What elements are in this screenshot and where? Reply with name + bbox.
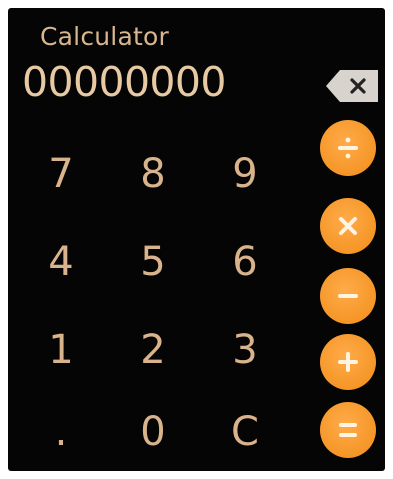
key-6[interactable]: 6 [208,230,282,294]
calculator-screen: Calculator 00000000 7 8 9 4 5 6 1 2 3 . … [8,8,385,471]
equals-button[interactable] [320,402,376,458]
app-title: Calculator [40,22,169,51]
key-8[interactable]: 8 [116,142,190,206]
key-7[interactable]: 7 [24,142,98,206]
multiply-icon [339,217,357,235]
key-0[interactable]: 0 [116,400,190,464]
key-9[interactable]: 9 [208,142,282,206]
multiply-button[interactable] [320,198,376,254]
backspace-icon [326,70,378,102]
key-clear[interactable]: C [208,400,282,464]
divide-button[interactable] [320,120,376,176]
backspace-button[interactable] [324,68,380,104]
equals-icon [339,423,357,437]
plus-icon [338,352,358,372]
key-5[interactable]: 5 [116,230,190,294]
key-2[interactable]: 2 [116,318,190,382]
display-value: 00000000 [22,58,226,106]
key-4[interactable]: 4 [24,230,98,294]
subtract-button[interactable] [320,268,376,324]
minus-icon [338,294,358,298]
key-3[interactable]: 3 [208,318,282,382]
key-decimal[interactable]: . [24,400,98,464]
key-1[interactable]: 1 [24,318,98,382]
divide-icon [338,137,358,159]
add-button[interactable] [320,334,376,390]
